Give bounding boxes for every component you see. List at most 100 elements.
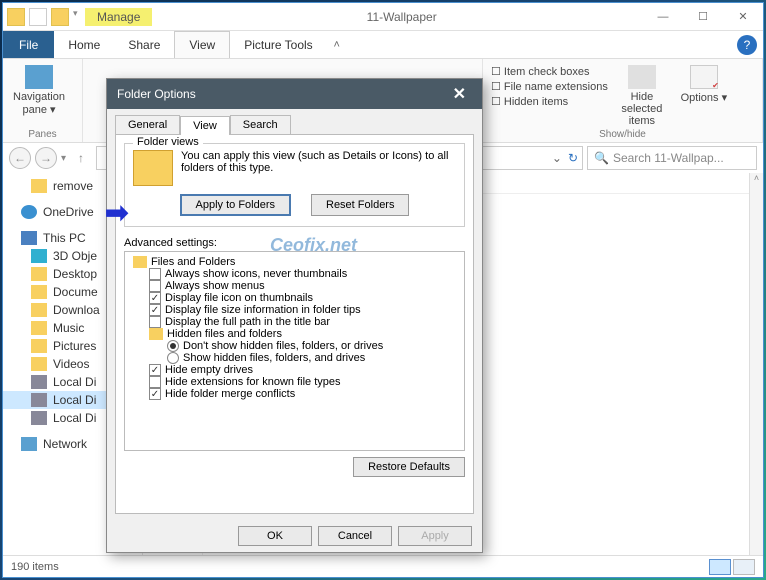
item-check-boxes-checkbox[interactable]: ☐ Item check boxes [491,65,608,78]
options-button[interactable]: ✔ Options ▾ [676,65,732,104]
file-tab[interactable]: File [3,31,54,58]
tree-node-label: Display file icon on thumbnails [165,292,313,304]
checkbox[interactable]: ✓ [149,304,161,316]
sidebar-item-label: Videos [53,357,89,371]
apply-button[interactable]: Apply [398,526,472,546]
tree-node[interactable]: Display the full path in the title bar [129,316,460,328]
qat-dropdown-icon[interactable]: ▾ [73,8,81,26]
window-title: 11-Wallpaper [160,10,643,24]
tab-picture-tools[interactable]: Picture Tools [230,31,326,58]
restore-defaults-button[interactable]: Restore Defaults [353,457,465,477]
checkbox[interactable] [149,268,161,280]
address-dropdown-icon[interactable]: ⌄ [552,151,562,165]
tree-node-label: Always show menus [165,280,265,292]
tree-node[interactable]: ✓ Display file icon on thumbnails [129,292,460,304]
search-input[interactable]: 🔍 Search 11-Wallpap... [587,146,757,170]
sidebar-item-label: Music [53,321,84,335]
folder-icon[interactable] [149,328,163,340]
checkbox[interactable]: ✓ [149,388,161,400]
folder-views-group: Folder views You can apply this view (su… [124,143,465,227]
tree-node-label: Files and Folders [151,256,235,268]
tab-share[interactable]: Share [114,31,174,58]
apply-to-folders-button[interactable]: Apply to Folders [180,194,291,216]
hidden-items-checkbox[interactable]: ☐ Hidden items [491,95,608,108]
checkbox[interactable] [149,280,161,292]
tab-home[interactable]: Home [54,31,114,58]
navigation-pane-button[interactable]: Navigation pane ▾ [11,65,67,116]
tree-node[interactable]: Hidden files and folders [129,328,460,340]
minimize-button[interactable]: — [643,3,683,31]
sidebar-item-label: remove [53,179,93,193]
checkbox[interactable]: ✓ [149,292,161,304]
checkbox[interactable]: ✓ [149,364,161,376]
status-bar: 190 items [3,555,763,577]
tree-node[interactable]: ✓ Hide empty drives [129,364,460,376]
refresh-icon[interactable]: ↻ [568,151,578,165]
maximize-button[interactable]: ☐ [683,3,723,31]
tree-node[interactable]: ✓Hide folder merge conflicts [129,388,460,400]
file-name-extensions-checkbox[interactable]: ☐ File name extensions [491,80,608,93]
dialog-close-button[interactable]: ✕ [447,84,472,104]
callout-arrow-icon: ➡ [105,196,128,229]
options-icon: ✔ [690,65,718,89]
up-button[interactable]: ↑ [70,147,92,169]
radio[interactable] [167,352,179,364]
ribbon-group-label: Panes [11,129,74,140]
dialog-titlebar[interactable]: Folder Options ✕ [107,79,482,109]
tree-node[interactable]: Don't show hidden files, folders, or dri… [129,340,460,352]
sidebar-item-label: This PC [43,231,86,245]
tree-node-label: Hide empty drives [165,364,253,376]
advanced-settings-tree[interactable]: Files and FoldersAlways show icons, neve… [124,251,465,451]
titlebar: ▾ Manage 11-Wallpaper — ☐ ✕ [3,3,763,31]
folder-icon [31,339,47,353]
quick-access-toolbar: ▾ [3,6,85,28]
tree-node-label: Show hidden files, folders, and drives [183,352,365,364]
tab-view[interactable]: View [174,31,230,58]
hide-selected-button[interactable]: Hide selected items [614,65,670,127]
qat-icon[interactable] [29,8,47,26]
vertical-scrollbar[interactable]: ˄ [749,173,763,555]
contextual-tab-label: Manage [85,8,152,26]
sidebar-item-label: Local Di [53,393,96,407]
tree-node-label: Hide extensions for known file types [165,376,340,388]
cancel-button[interactable]: Cancel [318,526,392,546]
minimize-ribbon-icon[interactable]: ˄ [327,39,347,51]
tree-node[interactable]: Show hidden files, folders, and drives [129,352,460,364]
dialog-tab-general[interactable]: General [115,115,180,134]
folder-icon [31,179,47,193]
sidebar-item-label: 3D Obje [53,249,97,263]
tree-node[interactable]: Always show menus [129,280,460,292]
obj-icon [31,249,47,263]
folder-icon[interactable] [133,256,147,268]
help-icon[interactable]: ? [737,35,757,55]
navigation-pane-icon [25,65,53,89]
folder-icon [31,357,47,371]
tree-node-label: Hidden files and folders [167,328,282,340]
tree-node[interactable]: Hide extensions for known file types [129,376,460,388]
qat-icon[interactable] [51,8,69,26]
recent-locations-icon[interactable]: ▾ [61,153,66,164]
checkbox[interactable] [149,316,161,328]
tree-node-label: Always show icons, never thumbnails [165,268,347,280]
pc-icon [21,231,37,245]
scroll-up-icon[interactable]: ˄ [750,173,763,187]
cloud-icon [21,205,37,219]
thumbnails-view-button[interactable] [733,559,755,575]
sidebar-item-label: Local Di [53,375,96,389]
qat-icon[interactable] [7,8,25,26]
tree-node[interactable]: ✓Display file size information in folder… [129,304,460,316]
close-button[interactable]: ✕ [723,3,763,31]
tree-node[interactable]: Files and Folders [129,256,460,268]
dialog-tab-search[interactable]: Search [230,115,291,134]
forward-button[interactable]: → [35,147,57,169]
sidebar-item-label: Pictures [53,339,96,353]
back-button[interactable]: ← [9,147,31,169]
checkbox[interactable] [149,376,161,388]
tree-node[interactable]: Always show icons, never thumbnails [129,268,460,280]
ok-button[interactable]: OK [238,526,312,546]
reset-folders-button[interactable]: Reset Folders [311,194,409,216]
radio[interactable] [167,340,179,352]
tree-node-label: Don't show hidden files, folders, or dri… [183,340,383,352]
details-view-button[interactable] [709,559,731,575]
dialog-tab-view[interactable]: View [180,116,230,135]
